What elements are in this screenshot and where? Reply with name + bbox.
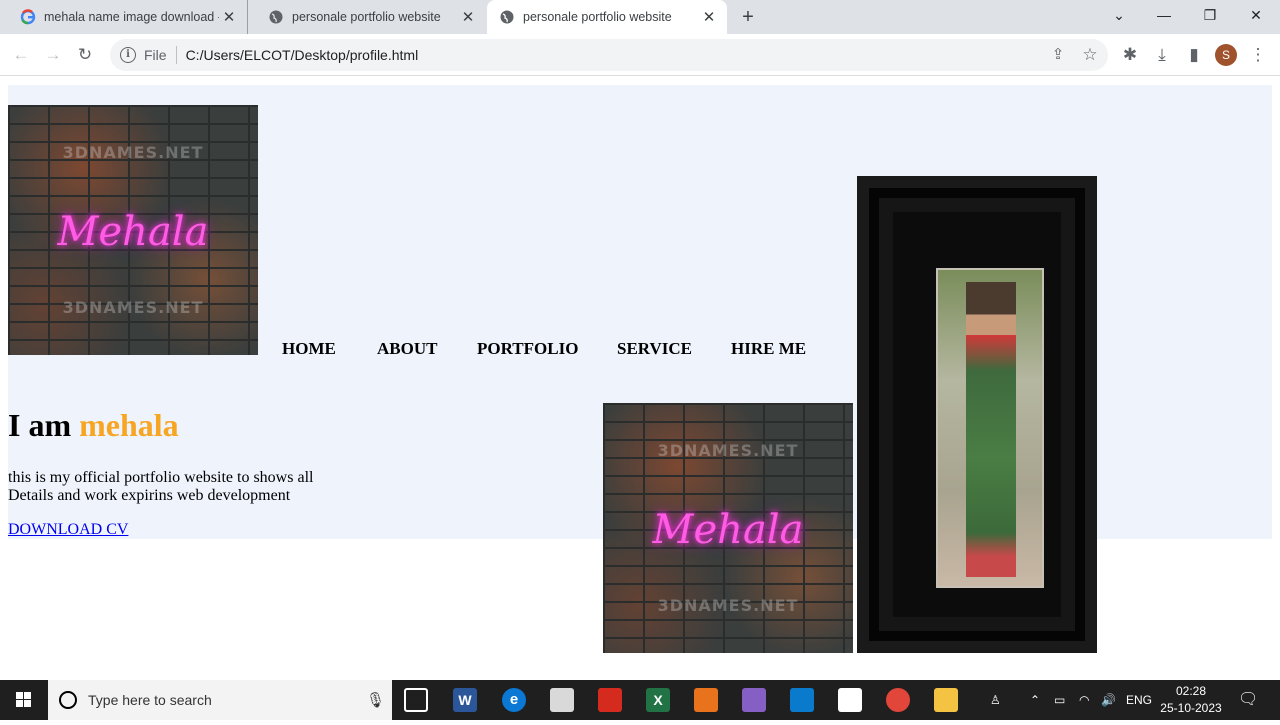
web-page: 3DNAMES.NET Mehala 3DNAMES.NET HOME ABOU…	[0, 77, 1280, 680]
photo-subject	[966, 282, 1016, 577]
intro-line: Details and work expirins web developmen…	[8, 487, 291, 504]
tab-2[interactable]: personale portfolio website ✕	[248, 0, 486, 34]
visual-studio-icon[interactable]	[742, 688, 766, 712]
tab-1[interactable]: mehala name image download - ✕	[0, 0, 248, 34]
google-icon	[20, 9, 36, 25]
clock-date: 25-10-2023	[1160, 701, 1222, 715]
logo-neon-text: Mehala	[57, 209, 209, 255]
heading-name: mehala	[79, 407, 179, 443]
wifi-icon[interactable]: ◠	[1079, 680, 1089, 720]
tab-strip: mehala name image download - ✕ personale…	[0, 0, 1280, 34]
globe-icon	[500, 10, 514, 24]
close-tab-icon[interactable]: ✕	[458, 8, 478, 26]
microphone-icon[interactable]: 🎙	[366, 691, 385, 709]
show-hidden-icons[interactable]: ⌃	[1030, 680, 1040, 720]
nav-service[interactable]: SERVICE	[617, 339, 692, 359]
edge-icon[interactable]: e	[502, 688, 526, 712]
battery-icon[interactable]: ▭	[1054, 680, 1065, 720]
close-tab-icon[interactable]: ✕	[699, 8, 719, 26]
download-cv-link[interactable]: DOWNLOAD CV	[8, 521, 128, 539]
reload-icon[interactable]: ↻	[72, 42, 98, 68]
forward-icon[interactable]: →	[40, 42, 66, 68]
tab-search-icon[interactable]: ⌄	[1096, 0, 1142, 30]
download-icon[interactable]: ⤓	[1149, 42, 1175, 68]
system-clock[interactable]: 02:28 25-10-2023	[1160, 683, 1222, 717]
acrobat-icon[interactable]	[598, 688, 622, 712]
profile-avatar[interactable]: S	[1215, 44, 1237, 66]
scheme-label: File	[144, 47, 167, 63]
windows-start-button[interactable]	[0, 680, 48, 720]
art-neon-text: Mehala	[652, 507, 804, 553]
info-icon[interactable]: i	[120, 47, 136, 63]
browser-toolbar: ← → ↻ i File C:/Users/ELCOT/Desktop/prof…	[0, 34, 1280, 76]
nav-portfolio[interactable]: PORTFOLIO	[477, 339, 578, 359]
chrome-icon[interactable]	[886, 688, 910, 712]
name-art-image: 3DNAMES.NET Mehala 3DNAMES.NET	[603, 403, 853, 653]
taskbar-search-box[interactable]: Type here to search 🎙	[48, 680, 392, 720]
word-icon[interactable]: W	[453, 688, 477, 712]
file-explorer-icon[interactable]	[934, 688, 958, 712]
language-indicator[interactable]: ENG	[1126, 680, 1152, 720]
nav-about[interactable]: ABOUT	[377, 339, 437, 359]
volume-icon[interactable]: 🔊	[1101, 680, 1116, 720]
tab-3-active[interactable]: personale portfolio website ✕	[487, 0, 727, 34]
tab-title: personale portfolio website	[523, 10, 672, 24]
globe-icon	[269, 10, 283, 24]
art-watermark: 3DNAMES.NET	[657, 441, 799, 460]
new-tab-button[interactable]: +	[736, 4, 760, 30]
excel-icon[interactable]: X	[646, 688, 670, 712]
windows-logo-icon	[16, 692, 31, 707]
page-heading: I am mehala	[8, 407, 179, 444]
art-watermark: 3DNAMES.NET	[657, 596, 799, 615]
logo-watermark: 3DNAMES.NET	[62, 298, 204, 317]
store-icon[interactable]	[550, 688, 574, 712]
nav-hire-me[interactable]: HIRE ME	[731, 339, 806, 359]
heading-prefix: I am	[8, 407, 72, 443]
share-icon[interactable]: ⇪	[1045, 42, 1071, 68]
back-icon[interactable]: ←	[8, 42, 34, 68]
task-view-icon[interactable]	[404, 688, 428, 712]
logo-watermark: 3DNAMES.NET	[62, 143, 204, 162]
intro-text: this is my official portfolio website to…	[8, 469, 328, 505]
address-bar[interactable]: i File C:/Users/ELCOT/Desktop/profile.ht…	[110, 39, 1108, 71]
side-panel-icon[interactable]: ▮	[1181, 42, 1207, 68]
close-tab-icon[interactable]: ✕	[219, 8, 239, 26]
tab-title: personale portfolio website	[292, 10, 441, 24]
notifications-icon[interactable]: 🗨	[1238, 680, 1258, 720]
close-window-button[interactable]: ✕	[1233, 0, 1279, 30]
extensions-icon[interactable]: ✱	[1117, 42, 1143, 68]
people-icon[interactable]: ♙	[990, 680, 1001, 720]
tab-title: mehala name image download -	[44, 10, 219, 24]
menu-icon[interactable]: ⋮	[1245, 42, 1271, 68]
intro-line: this is my official portfolio website to…	[8, 469, 314, 486]
vscode-icon[interactable]	[790, 688, 814, 712]
restore-button[interactable]: ❐	[1187, 0, 1233, 30]
divider	[175, 46, 177, 64]
url-text[interactable]: C:/Users/ELCOT/Desktop/profile.html	[186, 47, 419, 63]
profile-photo-frame	[857, 176, 1097, 653]
cortana-icon	[59, 691, 77, 709]
profile-photo	[936, 268, 1044, 588]
clock-time: 02:28	[1175, 684, 1207, 698]
photos-icon[interactable]	[838, 688, 862, 712]
nav-home[interactable]: HOME	[282, 339, 336, 359]
logo-image: 3DNAMES.NET Mehala 3DNAMES.NET	[8, 105, 258, 355]
bookmark-star-icon[interactable]: ☆	[1077, 42, 1103, 68]
app-icon[interactable]	[694, 688, 718, 712]
taskbar: Type here to search 🎙 W e X ♙ ⌃ ▭ ◠ 🔊 EN…	[0, 680, 1280, 720]
search-placeholder: Type here to search	[88, 692, 212, 708]
minimize-button[interactable]: —	[1141, 0, 1187, 30]
